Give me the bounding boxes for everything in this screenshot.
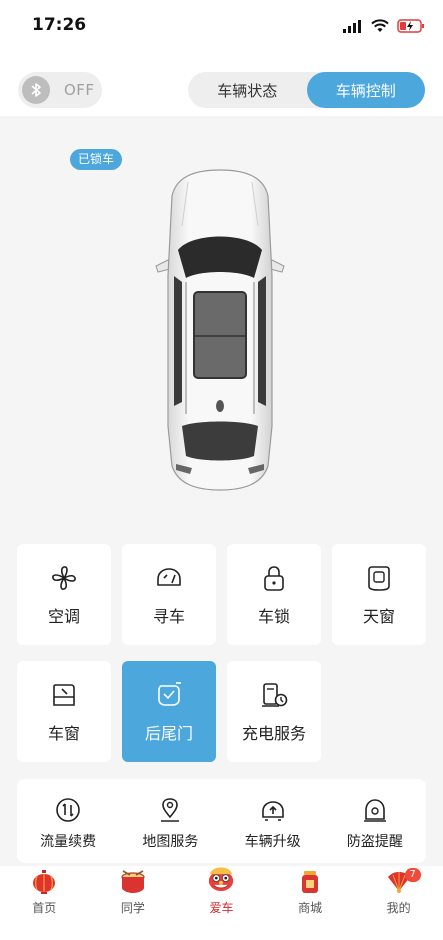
tab-home-label: 首页 bbox=[32, 901, 57, 915]
map-pin-icon bbox=[161, 798, 180, 822]
gift-jar-icon bbox=[302, 871, 319, 893]
tailgate-icon bbox=[158, 681, 181, 706]
sunroof-label: 天窗 bbox=[362, 606, 395, 626]
wifi-icon bbox=[371, 19, 389, 32]
bluetooth-toggle[interactable]: OFF bbox=[18, 72, 102, 108]
bottom-tab-bar: 首页 同学 爱车 商城 7 我的 bbox=[0, 866, 443, 940]
lion-dance-icon bbox=[209, 867, 234, 891]
tab-my-car-label: 爱车 bbox=[209, 901, 234, 915]
status-icons bbox=[343, 16, 425, 36]
sunroof-tile[interactable]: 天窗 bbox=[332, 544, 426, 645]
tab-mine[interactable]: 7 我的 bbox=[354, 866, 443, 940]
car-top-view-image bbox=[155, 169, 285, 491]
anti-theft-service[interactable]: 防盗提醒 bbox=[324, 779, 426, 863]
battery-icon bbox=[397, 19, 424, 33]
view-switcher: 车辆状态 车辆控制 bbox=[188, 72, 425, 108]
ac-control-label: 空调 bbox=[47, 606, 80, 626]
charging-icon bbox=[262, 682, 288, 707]
charging-service-tile[interactable]: 充电服务 bbox=[227, 661, 321, 762]
notification-badge: 7 bbox=[404, 868, 421, 882]
tab-mall-label: 商城 bbox=[298, 901, 323, 915]
data-renew-service[interactable]: 流量续费 bbox=[17, 779, 119, 863]
signal-icon bbox=[343, 20, 361, 33]
car-lock-tile[interactable]: 车锁 bbox=[227, 544, 321, 645]
car-upgrade-icon bbox=[261, 801, 284, 821]
car-area: 已锁车 bbox=[0, 116, 443, 526]
tailgate-label: 后尾门 bbox=[144, 723, 193, 743]
charging-service-label: 充电服务 bbox=[241, 723, 306, 743]
tab-classmates-label: 同学 bbox=[120, 901, 145, 915]
lock-status-badge: 已锁车 bbox=[70, 149, 123, 170]
tab-mall[interactable]: 商城 bbox=[266, 866, 355, 940]
data-renew-label: 流量续费 bbox=[40, 834, 97, 850]
map-service[interactable]: 地图服务 bbox=[119, 779, 221, 863]
find-car-tile[interactable]: 寻车 bbox=[122, 544, 216, 645]
tab-mine-label: 我的 bbox=[386, 901, 411, 915]
window-tile[interactable]: 车窗 bbox=[17, 661, 111, 762]
bluetooth-icon bbox=[31, 83, 41, 97]
tab-home[interactable]: 首页 bbox=[0, 866, 89, 940]
control-grid-row-2: 车窗 后尾门 充电服务 bbox=[17, 661, 427, 762]
lock-icon bbox=[264, 565, 284, 591]
fan-icon bbox=[52, 565, 76, 590]
data-renew-icon bbox=[56, 798, 80, 822]
anti-theft-icon bbox=[363, 799, 386, 822]
anti-theft-label: 防盗提醒 bbox=[346, 834, 403, 850]
ac-control-tile[interactable]: 空调 bbox=[17, 544, 111, 645]
map-service-label: 地图服务 bbox=[142, 834, 199, 850]
tab-vehicle-control[interactable]: 车辆控制 bbox=[306, 72, 425, 108]
tailgate-tile[interactable]: 后尾门 bbox=[122, 661, 216, 762]
status-bar: 17:26 bbox=[0, 0, 443, 54]
lantern-icon bbox=[33, 870, 56, 894]
bluetooth-state-label: OFF bbox=[64, 81, 95, 99]
window-label: 车窗 bbox=[47, 723, 80, 743]
find-car-icon bbox=[157, 567, 181, 586]
window-icon bbox=[53, 683, 75, 706]
header: OFF 车辆状态 车辆控制 bbox=[0, 54, 443, 116]
vehicle-upgrade-label: 车辆升级 bbox=[244, 834, 301, 850]
vehicle-upgrade-service[interactable]: 车辆升级 bbox=[222, 779, 324, 863]
status-time: 17:26 bbox=[32, 15, 87, 35]
control-grid-row-1: 空调 寻车 车锁 天窗 bbox=[17, 544, 427, 645]
bluetooth-knob bbox=[22, 76, 50, 104]
sunroof-icon bbox=[368, 565, 390, 591]
drum-icon bbox=[121, 870, 145, 893]
services-bar: 流量续费 地图服务 车辆升级 防盗提醒 bbox=[17, 779, 426, 863]
tab-my-car[interactable]: 爱车 bbox=[177, 866, 266, 940]
car-lock-label: 车锁 bbox=[257, 606, 290, 626]
tab-vehicle-status[interactable]: 车辆状态 bbox=[188, 72, 307, 108]
tab-classmates[interactable]: 同学 bbox=[89, 866, 178, 940]
find-car-label: 寻车 bbox=[152, 606, 185, 626]
